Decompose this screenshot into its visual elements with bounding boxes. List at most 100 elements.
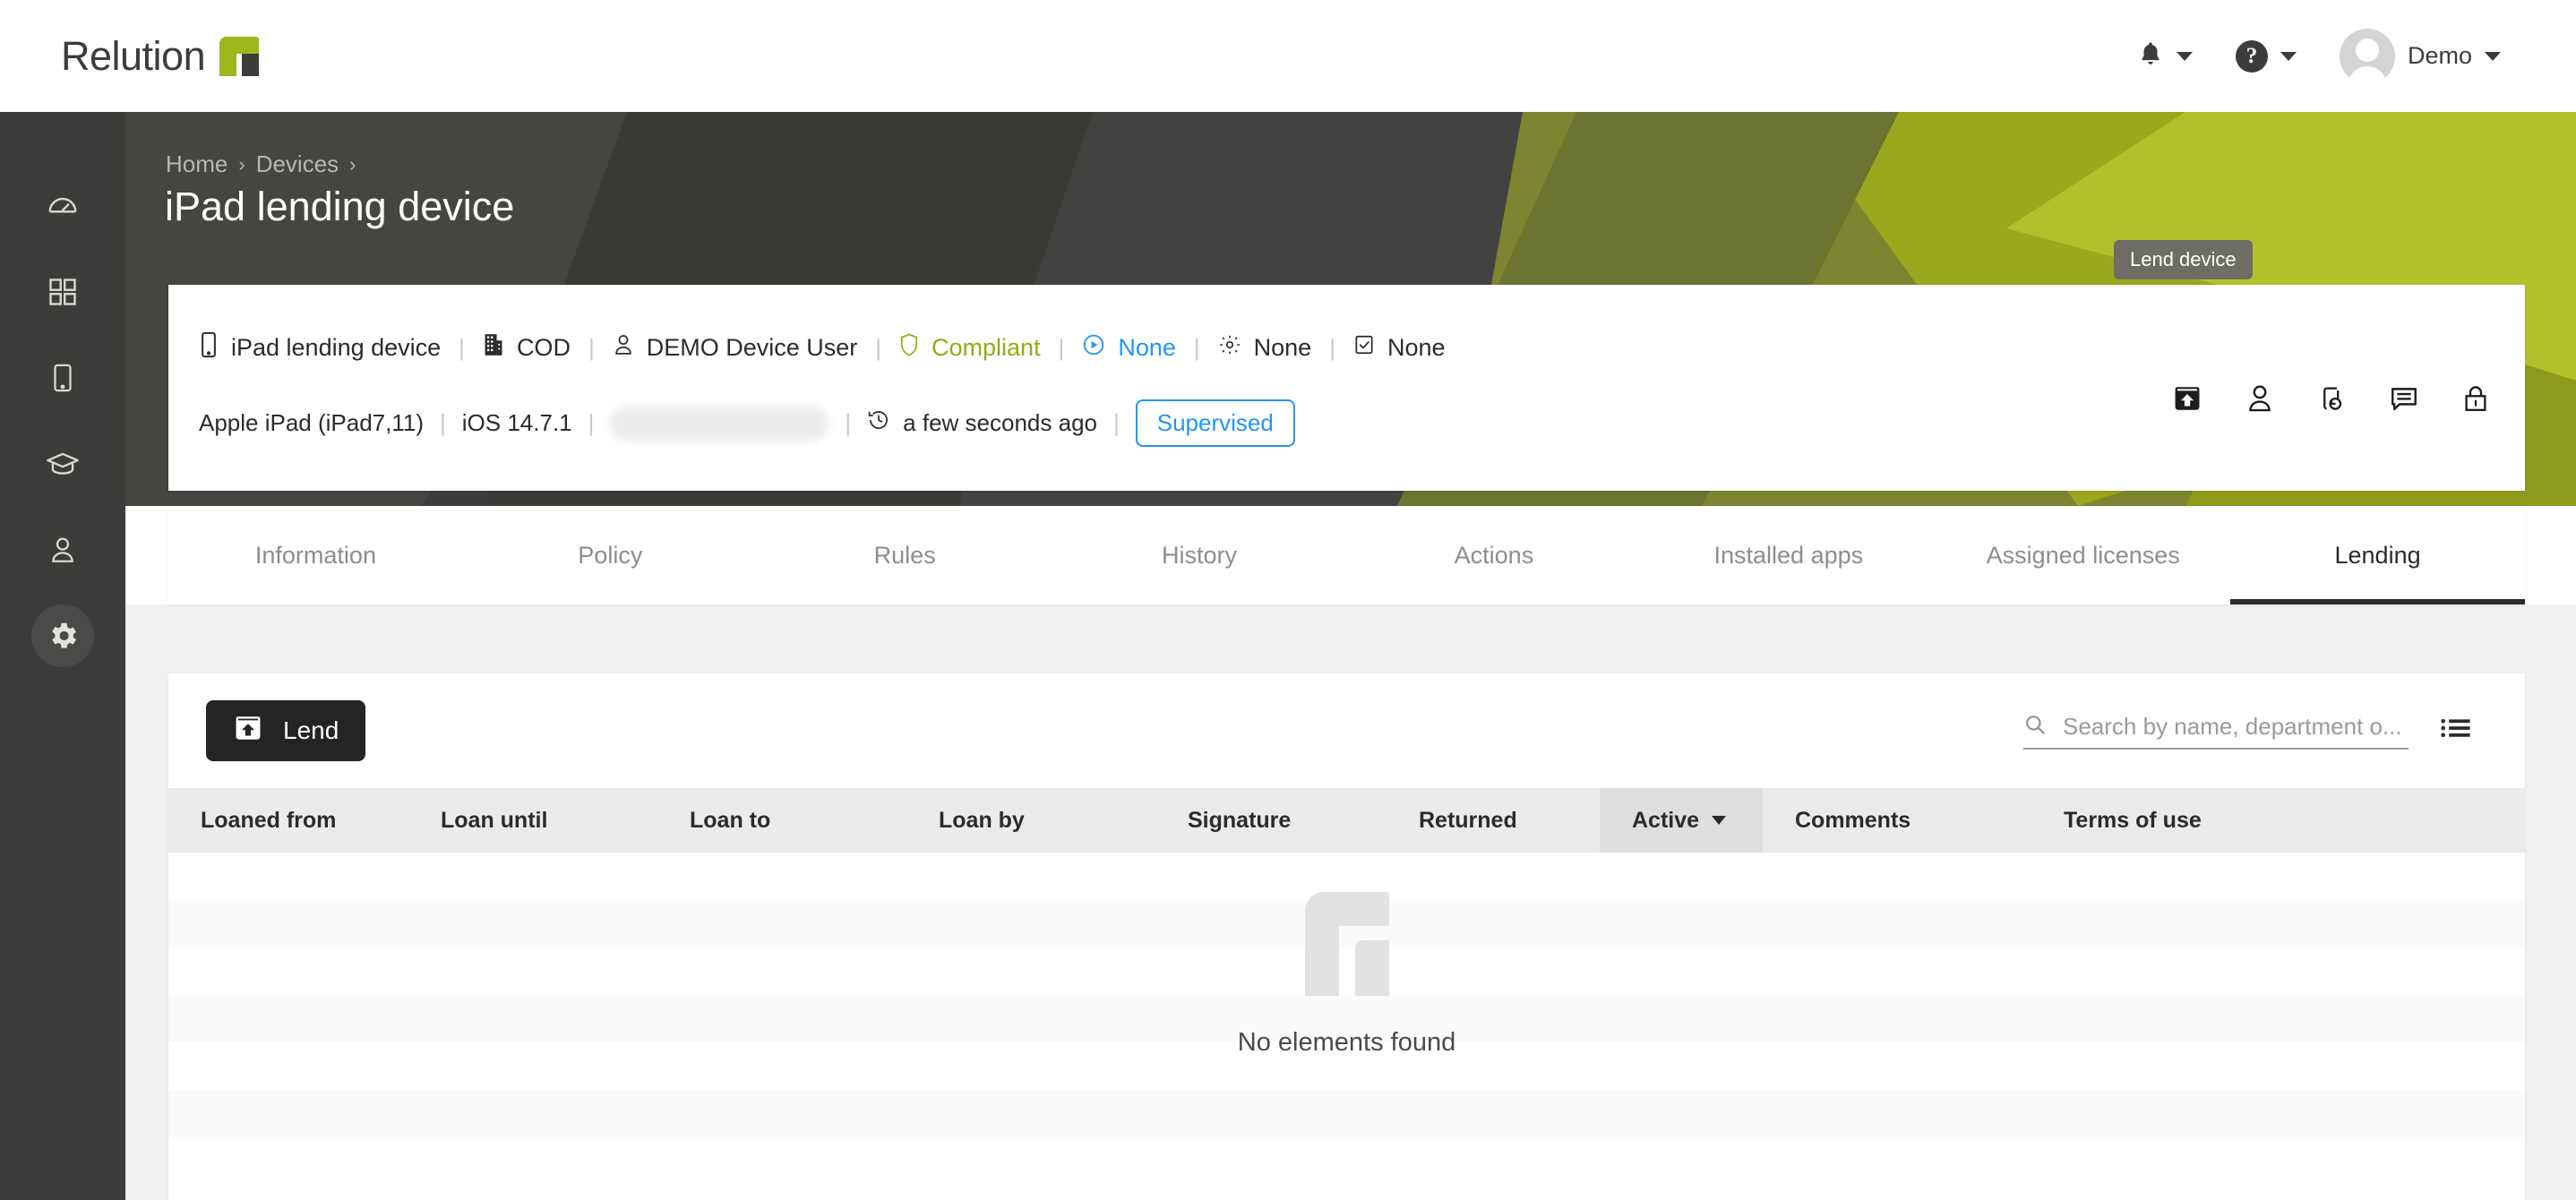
device-name-value: iPad lending device (231, 334, 442, 361)
tab-assigned-licenses[interactable]: Assigned licenses (1936, 506, 2230, 604)
compliance-value: Compliant (932, 334, 1041, 361)
clock-history-icon (867, 408, 890, 438)
table-row (168, 900, 2525, 947)
breadcrumb: Home › Devices › (166, 150, 356, 178)
breadcrumb-separator: › (238, 152, 245, 176)
table-header-row: Loaned from Loan until Loan to Loan by S… (168, 788, 2525, 853)
play-circle-icon (1082, 333, 1105, 363)
device-restore-button[interactable] (2317, 383, 2346, 414)
search-field[interactable] (2023, 713, 2409, 750)
sidebar-item-dashboard[interactable] (31, 175, 94, 237)
chevron-down-icon (2176, 51, 2193, 61)
user-icon (613, 332, 634, 364)
column-header-active[interactable]: Active (1600, 788, 1763, 853)
checks-value: None (1387, 334, 1446, 361)
lock-device-button[interactable] (2462, 383, 2489, 414)
gear-icon (46, 619, 80, 653)
user-icon (47, 534, 78, 566)
send-message-button[interactable] (2389, 384, 2419, 413)
owner-field: DEMO Device User (613, 332, 857, 364)
table-row (168, 1042, 2525, 1090)
sidebar-item-devices[interactable] (31, 347, 94, 409)
device-card-actions (2172, 383, 2489, 414)
tab-installed-apps[interactable]: Installed apps (1641, 506, 1936, 604)
lend-button[interactable]: Lend (206, 700, 366, 761)
column-header-comments[interactable]: Comments (1763, 808, 2031, 834)
column-header-returned[interactable]: Returned (1387, 808, 1600, 834)
chevron-down-icon (2485, 51, 2501, 61)
logo-text: Relution (61, 32, 206, 79)
notifications-menu[interactable] (2116, 39, 2214, 73)
building-icon (483, 333, 504, 363)
sidebar-item-settings[interactable] (31, 604, 94, 667)
top-bar-actions: ? Demo (2116, 28, 2522, 84)
tab-information[interactable]: Information (168, 506, 463, 604)
lend-icon (233, 713, 263, 750)
device-card-row-primary: iPad lending device | COD | DEMO Device (199, 331, 1446, 364)
field-divider: | (1112, 409, 1120, 436)
organization-field: COD (483, 333, 571, 363)
sidebar-item-apps[interactable] (31, 261, 94, 323)
settings-field: None (1218, 333, 1312, 363)
settings-value: None (1253, 334, 1312, 361)
gear-icon (1218, 333, 1241, 363)
serial-number-redacted (610, 406, 829, 441)
column-header-loan-until[interactable]: Loan until (408, 808, 657, 834)
tablet-icon (47, 362, 78, 394)
tab-policy[interactable]: Policy (463, 506, 758, 604)
field-divider: | (845, 409, 852, 436)
columns-icon[interactable] (2441, 716, 2471, 744)
last-seen-value: a few seconds ago (903, 409, 1097, 436)
app-logo[interactable]: Relution (61, 32, 260, 80)
sidebar (0, 112, 125, 1200)
sidebar-item-education[interactable] (31, 433, 94, 495)
field-divider: | (440, 409, 446, 436)
column-header-loan-by[interactable]: Loan by (906, 808, 1155, 834)
lend-device-button[interactable] (2172, 383, 2202, 414)
field-divider: | (1193, 334, 1200, 361)
column-header-loan-to[interactable]: Loan to (657, 808, 906, 834)
breadcrumb-item-home[interactable]: Home (166, 150, 228, 178)
tab-rules[interactable]: Rules (758, 506, 1052, 604)
field-divider: | (1329, 334, 1335, 361)
lending-toolbar: Lend (168, 673, 2525, 788)
help-icon: ? (2235, 39, 2268, 73)
table-row (168, 853, 2525, 900)
table-row (168, 947, 2525, 995)
column-header-signature[interactable]: Signature (1155, 808, 1387, 834)
media-field: None (1082, 333, 1176, 363)
shield-icon (899, 332, 919, 364)
assign-user-button[interactable] (2245, 383, 2274, 414)
search-input[interactable] (2063, 713, 2409, 741)
column-header-terms-of-use[interactable]: Terms of use (2031, 808, 2300, 834)
checks-field: None (1353, 333, 1446, 363)
table-row (168, 1137, 2525, 1185)
tab-actions[interactable]: Actions (1347, 506, 1642, 604)
lend-button-label: Lend (283, 716, 339, 744)
device-card-row-secondary: Apple iPad (iPad7,11) | iOS 14.7.1 | | a… (199, 399, 1295, 447)
device-model-value: Apple iPad (iPad7,11) (199, 409, 425, 436)
organization-value: COD (516, 334, 571, 361)
tab-lending[interactable]: Lending (2230, 506, 2525, 604)
breadcrumb-separator: › (349, 152, 356, 176)
chevron-down-icon (2280, 51, 2297, 61)
field-divider: | (1058, 334, 1065, 361)
last-seen-field: a few seconds ago (867, 408, 1097, 438)
top-bar: Relution ? Demo (0, 0, 2576, 112)
search-icon (2023, 713, 2047, 741)
tablet-icon (199, 331, 219, 364)
field-divider: | (588, 334, 595, 361)
sidebar-item-users[interactable] (31, 519, 94, 581)
lending-panel: Lend Loaned from Loan until Loan to Loan… (168, 673, 2525, 1200)
column-header-loaned-from[interactable]: Loaned from (168, 808, 408, 834)
breadcrumb-item-devices[interactable]: Devices (256, 150, 339, 178)
table-row (168, 1090, 2525, 1137)
column-header-active-label: Active (1632, 807, 1700, 833)
tab-history[interactable]: History (1052, 506, 1347, 604)
table-body: No elements found (168, 853, 2525, 1200)
user-name: Demo (2407, 42, 2472, 69)
help-menu[interactable]: ? (2214, 39, 2318, 73)
chevron-down-icon (1712, 816, 1727, 825)
user-menu[interactable]: Demo (2318, 28, 2522, 84)
media-value: None (1118, 334, 1176, 361)
